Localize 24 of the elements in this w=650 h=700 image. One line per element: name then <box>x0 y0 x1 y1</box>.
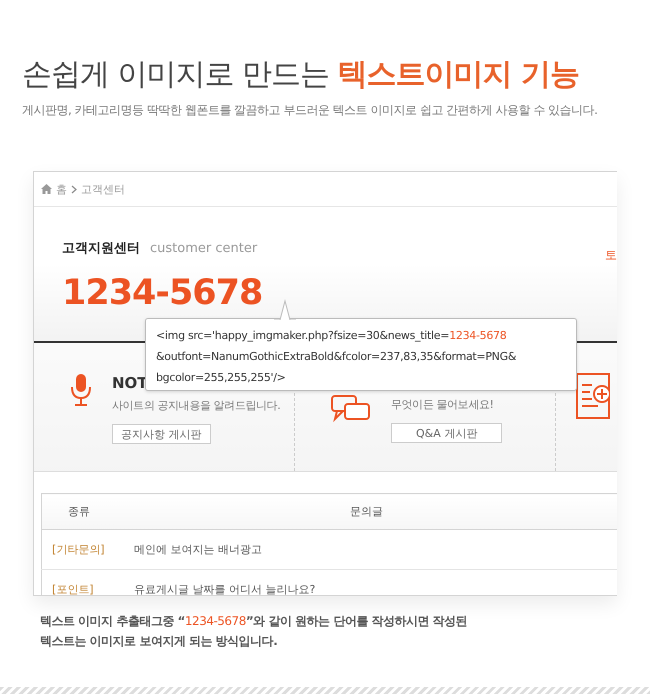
footnote: 텍스트 이미지 추출태그중 “1234-5678”와 같이 원하는 단어를 작성하시면 작성된 텍스트는 이미지로 보여지게 되는 방식입니다. <box>40 613 468 650</box>
home-icon <box>41 184 52 194</box>
section-title: 고객지원센터 <box>62 240 140 257</box>
question-link[interactable]: 유료게시글 날짜를 어디서 늘리나요? <box>134 583 316 595</box>
microphone-icon <box>70 373 92 407</box>
board-description: 무엇이든 물어보세요! <box>391 397 495 412</box>
document-plus-icon <box>576 373 610 419</box>
phone-number: 1234-5678 <box>62 272 262 315</box>
column-header: 문의글 <box>350 505 383 518</box>
board-button[interactable]: 공지사항 게시판 <box>112 424 210 444</box>
section-subtitle: customer center <box>150 241 258 256</box>
board-button[interactable]: Q&A 게시판 <box>391 423 502 443</box>
side-text: 토 <box>605 247 617 264</box>
question-link[interactable]: 메인에 보여지는 배너광고 <box>134 543 262 556</box>
speech-bubbles-icon <box>331 395 371 423</box>
category-link[interactable]: [기타문의] <box>52 543 105 556</box>
headline: 손쉽게 이미지로 만드는 텍스트이미지 기능 <box>22 56 580 94</box>
chevron-icon <box>71 184 77 194</box>
subtitle: 게시판명, 카테고리명등 딱딱한 웹폰트를 깔끔하고 부드러운 텍스트 이미지로 쉽고 간편하게 사용할 수 있습니다. <box>22 102 598 119</box>
category-link[interactable]: [포인트] <box>52 583 94 595</box>
board-title: NOT <box>112 374 148 394</box>
board-description: 사이트의 공지내용을 알려드립니다. <box>112 398 280 413</box>
column-header: 종류 <box>68 505 90 518</box>
tooltip-pointer <box>274 299 296 320</box>
